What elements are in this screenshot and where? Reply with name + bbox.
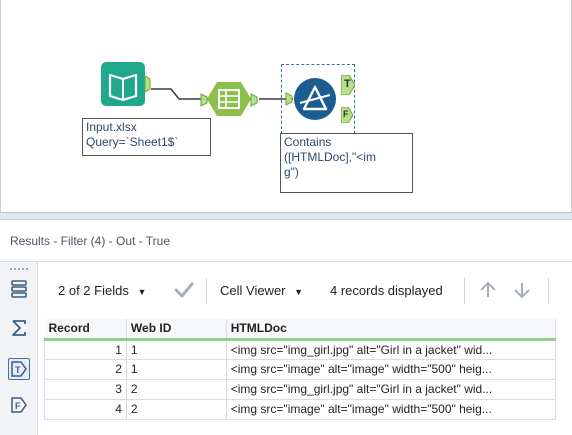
summary-button[interactable] [8,317,30,339]
fields-dropdown-label: 2 of 2 Fields [58,283,129,298]
viewer-dropdown-label: Cell Viewer [220,283,286,298]
workflow-canvas[interactable]: Input.xlsx Query=`Sheet1$` T F Contains … [0,0,572,218]
record-cell[interactable]: 2 [44,358,127,380]
results-toolbar: 2 of 2 Fields ▼ Cell Viewer ▼ 4 records … [40,274,572,308]
sum-icon [12,320,26,336]
arrow-down-icon [514,283,530,299]
table-row[interactable]: 1 1 <img src="img_girl.jpg" alt="Girl in… [44,338,557,360]
svg-text:T: T [15,365,21,375]
grid-header-row: Record Web ID HTMLDoc [44,319,557,341]
false-anchor-icon: F [11,397,27,413]
records-displayed: 4 records displayed [330,283,443,298]
results-grid[interactable]: Record Web ID HTMLDoc 1 1 <img src="img_… [44,319,557,420]
checkmark-icon [174,282,194,298]
record-cell[interactable]: 4 [44,398,127,420]
annotation-line: Contains [284,135,332,149]
table-row[interactable]: 3 2 <img src="img_girl.jpg" alt="Girl in… [44,378,557,400]
book-input-icon [101,62,151,106]
annotation-line: Query=`Sheet1$` [86,135,179,149]
svg-text:F: F [15,401,21,411]
fields-list-button[interactable] [8,278,30,300]
filter-tool-annotation: Contains ([HTMLDoc],"<im g") [280,133,413,193]
input-tool-annotation: Input.xlsx Query=`Sheet1$` [82,118,211,156]
column-header[interactable]: Web ID [126,319,227,341]
pane-splitter[interactable] [0,212,572,220]
true-anchor-label: T [344,78,351,90]
record-cell[interactable]: 1 [44,338,127,360]
toolbar-separator [548,278,549,304]
true-anchor[interactable]: T [341,75,355,95]
viewer-dropdown[interactable]: Cell Viewer ▼ [220,283,303,298]
toolbar-separator [464,278,465,304]
rail-grip [10,268,28,272]
web-id-cell[interactable]: 2 [125,378,227,400]
table-row[interactable]: 4 2 <img src="image" alt="image" width="… [44,398,557,420]
fields-dropdown[interactable]: 2 of 2 Fields ▼ [58,283,146,298]
annotation-line: Input.xlsx [86,120,137,134]
true-anchor-icon: T [11,361,27,377]
false-output-button[interactable]: F [8,394,30,416]
results-side-rail: T F [0,262,38,435]
annotation-line: ([HTMLDoc],"<im [284,150,376,164]
scroll-down-button[interactable] [512,280,532,303]
scroll-up-button[interactable] [478,280,498,303]
web-id-cell[interactable]: 1 [125,358,227,380]
html-doc-cell[interactable]: <img src="image" alt="image" width="500"… [225,358,557,380]
html-doc-cell[interactable]: <img src="img_girl.jpg" alt="Girl in a j… [225,338,557,360]
apply-fields-button[interactable] [174,281,194,302]
table-row[interactable]: 2 1 <img src="image" alt="image" width="… [44,358,557,380]
select-tool[interactable] [199,80,261,118]
html-doc-cell[interactable]: <img src="img_girl.jpg" alt="Girl in a j… [225,378,557,400]
annotation-line: g") [284,165,299,179]
column-header[interactable]: Record [44,319,127,341]
results-title: Results - Filter (4) - Out - True [10,234,171,248]
table-select-icon [200,82,258,116]
false-anchor[interactable]: F [341,107,353,123]
record-cell[interactable]: 3 [44,378,127,400]
toolbar-separator [206,278,207,304]
web-id-cell[interactable]: 2 [125,398,227,420]
true-output-button[interactable]: T [8,358,30,380]
fields-list-icon [11,280,27,298]
html-doc-cell[interactable]: <img src="image" alt="image" width="500"… [225,398,557,420]
filter-tool[interactable]: T F [281,64,355,134]
false-anchor-label: F [343,109,349,119]
chevron-down-icon: ▼ [137,287,147,297]
column-header[interactable]: HTMLDoc [226,319,557,341]
results-header: Results - Filter (4) - Out - True [0,220,572,262]
arrow-up-icon [480,281,496,297]
web-id-cell[interactable]: 1 [125,338,227,360]
chevron-down-icon: ▼ [294,287,304,297]
input-data-tool[interactable] [101,62,151,112]
